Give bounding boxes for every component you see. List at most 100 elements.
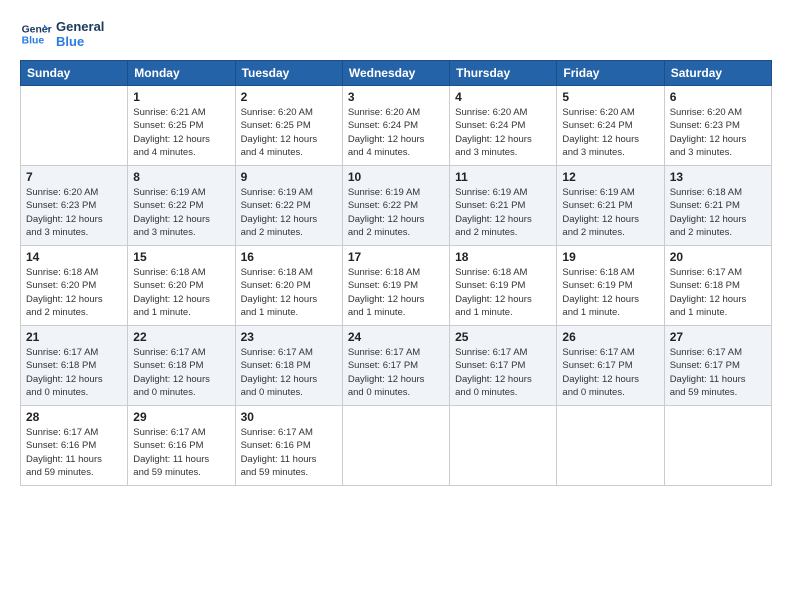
calendar-cell: 1Sunrise: 6:21 AM Sunset: 6:25 PM Daylig… <box>128 86 235 166</box>
day-number: 8 <box>133 170 229 184</box>
calendar-cell: 23Sunrise: 6:17 AM Sunset: 6:18 PM Dayli… <box>235 326 342 406</box>
logo-blue: Blue <box>56 34 104 49</box>
day-number: 4 <box>455 90 551 104</box>
day-info: Sunrise: 6:17 AM Sunset: 6:18 PM Dayligh… <box>241 346 337 399</box>
calendar-cell <box>664 406 771 486</box>
logo: General Blue General Blue <box>20 18 104 50</box>
calendar-cell: 22Sunrise: 6:17 AM Sunset: 6:18 PM Dayli… <box>128 326 235 406</box>
day-info: Sunrise: 6:18 AM Sunset: 6:19 PM Dayligh… <box>562 266 658 319</box>
svg-text:Blue: Blue <box>22 36 45 47</box>
day-info: Sunrise: 6:17 AM Sunset: 6:16 PM Dayligh… <box>26 426 122 479</box>
day-info: Sunrise: 6:19 AM Sunset: 6:22 PM Dayligh… <box>133 186 229 239</box>
day-info: Sunrise: 6:19 AM Sunset: 6:22 PM Dayligh… <box>241 186 337 239</box>
day-number: 17 <box>348 250 444 264</box>
day-info: Sunrise: 6:18 AM Sunset: 6:20 PM Dayligh… <box>26 266 122 319</box>
day-info: Sunrise: 6:18 AM Sunset: 6:21 PM Dayligh… <box>670 186 766 239</box>
day-info: Sunrise: 6:19 AM Sunset: 6:21 PM Dayligh… <box>455 186 551 239</box>
logo-icon: General Blue <box>20 18 52 50</box>
calendar-week-5: 28 Sunrise: 6:17 AM Sunset: 6:16 PM Dayli… <box>21 406 772 486</box>
day-number: 25 <box>455 330 551 344</box>
day-info: Sunrise: 6:17 AM Sunset: 6:17 PM Dayligh… <box>455 346 551 399</box>
day-number: 20 <box>670 250 766 264</box>
day-info: Sunrise: 6:21 AM Sunset: 6:25 PM Dayligh… <box>133 106 229 159</box>
header-monday: Monday <box>128 61 235 86</box>
header-wednesday: Wednesday <box>342 61 449 86</box>
day-number: 28 <box>26 410 122 424</box>
calendar-cell <box>450 406 557 486</box>
day-number: 14 <box>26 250 122 264</box>
day-info: Sunrise: 6:20 AM Sunset: 6:24 PM Dayligh… <box>455 106 551 159</box>
calendar-cell: 11 Sunrise: 6:19 AM Sunset: 6:21 PM Dayli… <box>450 166 557 246</box>
header-friday: Friday <box>557 61 664 86</box>
calendar-cell: 4 Sunrise: 6:20 AM Sunset: 6:24 PM Daylig… <box>450 86 557 166</box>
day-info: Sunrise: 6:17 AM Sunset: 6:16 PM Dayligh… <box>133 426 229 479</box>
day-number: 18 <box>455 250 551 264</box>
calendar-cell: 26 Sunrise: 6:17 AM Sunset: 6:17 PM Dayli… <box>557 326 664 406</box>
header-thursday: Thursday <box>450 61 557 86</box>
day-info: Sunrise: 6:20 AM Sunset: 6:24 PM Dayligh… <box>562 106 658 159</box>
calendar-cell: 8 Sunrise: 6:19 AM Sunset: 6:22 PM Daylig… <box>128 166 235 246</box>
calendar-cell: 3Sunrise: 6:20 AM Sunset: 6:24 PM Daylig… <box>342 86 449 166</box>
calendar-cell: 16 Sunrise: 6:18 AM Sunset: 6:20 PM Dayli… <box>235 246 342 326</box>
calendar-cell: 18 Sunrise: 6:18 AM Sunset: 6:19 PM Dayli… <box>450 246 557 326</box>
day-number: 27 <box>670 330 766 344</box>
day-info: Sunrise: 6:20 AM Sunset: 6:24 PM Dayligh… <box>348 106 444 159</box>
day-info: Sunrise: 6:17 AM Sunset: 6:16 PM Dayligh… <box>241 426 337 479</box>
calendar-cell: 25 Sunrise: 6:17 AM Sunset: 6:17 PM Dayli… <box>450 326 557 406</box>
calendar-cell <box>21 86 128 166</box>
calendar-cell <box>342 406 449 486</box>
calendar-cell: 14 Sunrise: 6:18 AM Sunset: 6:20 PM Dayli… <box>21 246 128 326</box>
calendar-cell: 28 Sunrise: 6:17 AM Sunset: 6:16 PM Dayli… <box>21 406 128 486</box>
calendar-cell: 12 Sunrise: 6:19 AM Sunset: 6:21 PM Dayli… <box>557 166 664 246</box>
day-number: 11 <box>455 170 551 184</box>
day-info: Sunrise: 6:20 AM Sunset: 6:23 PM Dayligh… <box>26 186 122 239</box>
day-number: 22 <box>133 330 229 344</box>
day-number: 5 <box>562 90 658 104</box>
calendar-cell: 7 Sunrise: 6:20 AM Sunset: 6:23 PM Daylig… <box>21 166 128 246</box>
header-sunday: Sunday <box>21 61 128 86</box>
day-number: 15 <box>133 250 229 264</box>
calendar-week-4: 21Sunrise: 6:17 AM Sunset: 6:18 PM Dayli… <box>21 326 772 406</box>
page: General Blue General Blue Sunday Monday … <box>0 0 792 612</box>
day-number: 30 <box>241 410 337 424</box>
day-number: 16 <box>241 250 337 264</box>
day-number: 26 <box>562 330 658 344</box>
calendar-cell: 27Sunrise: 6:17 AM Sunset: 6:17 PM Dayli… <box>664 326 771 406</box>
day-info: Sunrise: 6:18 AM Sunset: 6:20 PM Dayligh… <box>241 266 337 319</box>
day-info: Sunrise: 6:17 AM Sunset: 6:17 PM Dayligh… <box>348 346 444 399</box>
calendar-week-1: 1Sunrise: 6:21 AM Sunset: 6:25 PM Daylig… <box>21 86 772 166</box>
calendar-week-2: 7 Sunrise: 6:20 AM Sunset: 6:23 PM Daylig… <box>21 166 772 246</box>
calendar-cell: 24Sunrise: 6:17 AM Sunset: 6:17 PM Dayli… <box>342 326 449 406</box>
day-number: 13 <box>670 170 766 184</box>
day-number: 6 <box>670 90 766 104</box>
day-info: Sunrise: 6:18 AM Sunset: 6:20 PM Dayligh… <box>133 266 229 319</box>
calendar-cell: 21Sunrise: 6:17 AM Sunset: 6:18 PM Dayli… <box>21 326 128 406</box>
day-info: Sunrise: 6:19 AM Sunset: 6:21 PM Dayligh… <box>562 186 658 239</box>
calendar-cell <box>557 406 664 486</box>
calendar-cell: 17 Sunrise: 6:18 AM Sunset: 6:19 PM Dayli… <box>342 246 449 326</box>
day-number: 12 <box>562 170 658 184</box>
svg-text:General: General <box>22 24 52 35</box>
day-number: 9 <box>241 170 337 184</box>
calendar-cell: 29 Sunrise: 6:17 AM Sunset: 6:16 PM Dayli… <box>128 406 235 486</box>
calendar-cell: 13 Sunrise: 6:18 AM Sunset: 6:21 PM Dayli… <box>664 166 771 246</box>
day-info: Sunrise: 6:17 AM Sunset: 6:17 PM Dayligh… <box>562 346 658 399</box>
day-info: Sunrise: 6:17 AM Sunset: 6:18 PM Dayligh… <box>670 266 766 319</box>
day-number: 7 <box>26 170 122 184</box>
calendar-cell: 19Sunrise: 6:18 AM Sunset: 6:19 PM Dayli… <box>557 246 664 326</box>
calendar-cell: 20 Sunrise: 6:17 AM Sunset: 6:18 PM Dayli… <box>664 246 771 326</box>
day-info: Sunrise: 6:18 AM Sunset: 6:19 PM Dayligh… <box>348 266 444 319</box>
day-number: 10 <box>348 170 444 184</box>
calendar-cell: 9 Sunrise: 6:19 AM Sunset: 6:22 PM Daylig… <box>235 166 342 246</box>
day-number: 2 <box>241 90 337 104</box>
calendar-cell: 30 Sunrise: 6:17 AM Sunset: 6:16 PM Dayli… <box>235 406 342 486</box>
logo-general: General <box>56 19 104 34</box>
calendar-cell: 6 Sunrise: 6:20 AM Sunset: 6:23 PM Daylig… <box>664 86 771 166</box>
day-info: Sunrise: 6:18 AM Sunset: 6:19 PM Dayligh… <box>455 266 551 319</box>
day-number: 29 <box>133 410 229 424</box>
day-info: Sunrise: 6:19 AM Sunset: 6:22 PM Dayligh… <box>348 186 444 239</box>
header: General Blue General Blue <box>20 18 772 50</box>
day-info: Sunrise: 6:20 AM Sunset: 6:23 PM Dayligh… <box>670 106 766 159</box>
calendar-cell: 10 Sunrise: 6:19 AM Sunset: 6:22 PM Dayli… <box>342 166 449 246</box>
day-info: Sunrise: 6:17 AM Sunset: 6:18 PM Dayligh… <box>26 346 122 399</box>
